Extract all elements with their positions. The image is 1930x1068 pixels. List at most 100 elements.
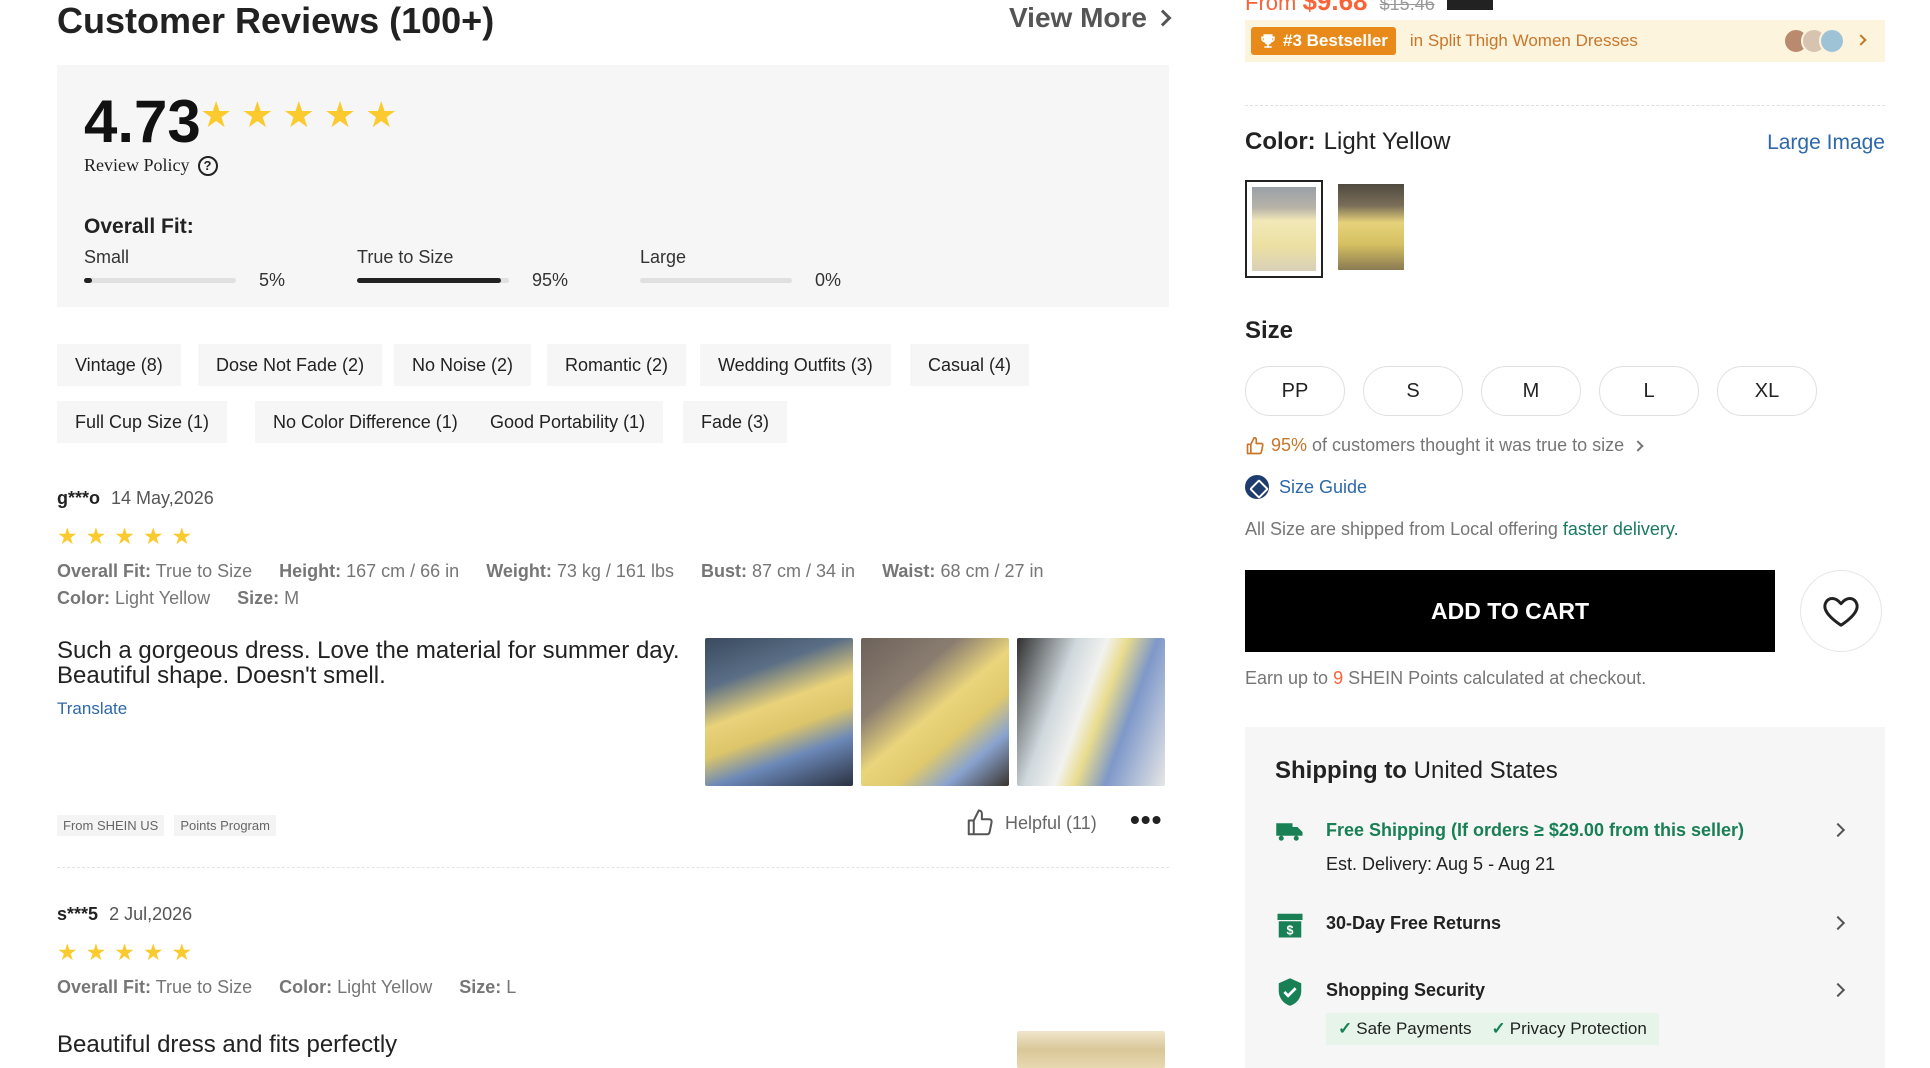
shield-check-icon	[1278, 978, 1302, 1006]
attr-key: Size:	[237, 588, 280, 608]
attr-value: Light Yellow	[115, 588, 211, 608]
privacy-label: Privacy Protection	[1509, 1019, 1647, 1038]
wishlist-button[interactable]	[1800, 570, 1882, 652]
review-photo[interactable]	[1017, 1031, 1165, 1068]
large-image-link[interactable]: Large Image	[1767, 131, 1885, 155]
color-label-key: Color:	[1245, 128, 1316, 155]
price-line: From $9.68 $15.46	[1245, 0, 1493, 17]
review-attr: Weight: 73 kg / 161 lbs	[486, 561, 674, 581]
fit-true-to-size-fill	[357, 278, 502, 283]
review-attr: Bust: 87 cm / 34 in	[701, 561, 855, 581]
helpful-button[interactable]: Helpful (11)	[965, 808, 1097, 838]
reviews-column: Customer Reviews (100+) View More 4.73 ★…	[57, 0, 1172, 1068]
tag-chip[interactable]: No Color Difference (1)	[255, 401, 476, 443]
size-option-m[interactable]: M	[1481, 366, 1581, 416]
fit-note[interactable]: 95% of customers thought it was true to …	[1245, 435, 1644, 456]
review-attr: Color: Light Yellow	[57, 588, 210, 608]
heart-icon	[1823, 597, 1859, 627]
returns-text: 30-Day Free Returns	[1326, 913, 1502, 933]
free-shipping-row[interactable]: Free Shipping (If orders ≥ $29.00 from t…	[1275, 817, 1855, 877]
bestseller-badge-label: #3 Bestseller	[1283, 31, 1388, 50]
star-icon: ★	[171, 939, 193, 965]
color-swatch-selected[interactable]	[1245, 180, 1323, 278]
ship-note-text: All Size are shipped from Local offering	[1245, 519, 1558, 539]
fit-true-to-size-label: True to Size	[357, 247, 454, 267]
faster-delivery-link[interactable]: faster delivery.	[1563, 519, 1679, 539]
fit-large-label: Large	[640, 247, 687, 267]
review-attr: Size: M	[237, 588, 299, 608]
bestseller-avatars	[1783, 28, 1845, 54]
tag-chip[interactable]: Full Cup Size (1)	[57, 401, 228, 443]
price-current: $9.68	[1302, 0, 1368, 16]
review-date: 2 Jul,2026	[109, 904, 193, 924]
swatch-image	[1252, 187, 1316, 271]
tag-chip[interactable]: Good Portability (1)	[472, 401, 664, 443]
star-icon: ★	[142, 523, 164, 549]
attr-key: Color:	[57, 588, 110, 608]
more-dots-icon[interactable]: •••	[1130, 806, 1162, 834]
returns-row[interactable]: $ 30-Day Free Returns	[1275, 910, 1855, 944]
tag-chip[interactable]: Wedding Outfits (3)	[700, 344, 891, 386]
color-row: Color: Light Yellow Large Image	[1245, 128, 1885, 162]
star-icon: ★	[365, 94, 398, 135]
size-option-pp[interactable]: PP	[1245, 366, 1345, 416]
review-photo[interactable]	[705, 638, 853, 786]
source-badge: From SHEIN US	[57, 815, 165, 836]
fit-note-text: of customers thought it was true to size	[1312, 435, 1625, 455]
tag-chip[interactable]: Vintage (8)	[57, 344, 181, 386]
translate-link[interactable]: Translate	[57, 699, 127, 719]
review-badges: From SHEIN US Points Program	[57, 815, 276, 836]
truck-icon	[1276, 823, 1303, 841]
star-icon: ★	[171, 523, 193, 549]
size-guide-link[interactable]: Size Guide	[1245, 475, 1367, 499]
attr-key: Size:	[459, 977, 502, 997]
fit-small-fill	[84, 278, 92, 283]
tag-chip[interactable]: Fade (3)	[683, 401, 788, 443]
attr-key: Overall Fit:	[57, 977, 152, 997]
shipping-country[interactable]: United States	[1414, 757, 1558, 784]
review-attr: Waist: 68 cm / 27 in	[882, 561, 1043, 581]
tag-chip[interactable]: Romantic (2)	[547, 344, 687, 386]
review-attr: Overall Fit: True to Size	[57, 561, 252, 581]
color-swatch[interactable]	[1338, 184, 1404, 270]
attr-key: Waist:	[882, 561, 936, 581]
review-user-line: g***o 14 May,2026	[57, 488, 1169, 509]
bestseller-category: in Split Thigh Women Dresses	[1409, 31, 1638, 50]
tag-chip[interactable]: Casual (4)	[910, 344, 1030, 386]
tag-chip[interactable]: No Noise (2)	[394, 344, 532, 386]
svg-text:$: $	[1287, 923, 1294, 937]
chevron-right-icon	[1855, 34, 1867, 46]
security-row[interactable]: Shopping Security ✓ Safe Payments ✓ Privac…	[1275, 977, 1855, 1057]
product-panel: From $9.68 $15.46 #3 Bestseller in Split…	[1245, 0, 1885, 1068]
size-option-l[interactable]: L	[1599, 366, 1699, 416]
review-text: Such a gorgeous dress. Love the material…	[57, 637, 680, 689]
size-option-s[interactable]: S	[1363, 366, 1463, 416]
review-date: 14 May,2026	[111, 488, 214, 508]
check-icon: ✓	[1491, 1019, 1506, 1038]
price-original: $15.46	[1379, 0, 1435, 14]
star-icon: ★	[85, 939, 107, 965]
attr-key: Bust:	[700, 561, 747, 581]
size-guide-icon	[1245, 475, 1269, 499]
divider	[1245, 105, 1885, 106]
fit-true-to-size: True to Size 95%	[357, 247, 597, 290]
fit-true-to-size-bar	[357, 278, 509, 283]
returns-icon: $	[1277, 913, 1303, 938]
view-more-link[interactable]: View More	[1009, 2, 1172, 34]
review-photo[interactable]	[1017, 638, 1165, 786]
attr-value: True to Size	[155, 561, 253, 581]
add-to-cart-button[interactable]: ADD TO CART	[1245, 570, 1775, 652]
attr-value: Light Yellow	[337, 977, 433, 997]
review-policy-link[interactable]: Review Policy ?	[84, 155, 218, 176]
size-option-xl[interactable]: XL	[1717, 366, 1817, 416]
star-icon: ★	[57, 523, 78, 549]
review-item: g***o 14 May,2026 ★ ★ ★ ★ ★ Overall Fit:…	[57, 488, 1169, 878]
help-circle-icon[interactable]: ?	[197, 155, 218, 176]
review-photo[interactable]	[861, 638, 1009, 786]
size-label: Size	[1245, 317, 1294, 344]
tag-chip[interactable]: Dose Not Fade (2)	[198, 344, 383, 386]
star-icon: ★	[114, 523, 135, 549]
trophy-icon	[1261, 34, 1275, 48]
shipping-title-label: Shipping to	[1275, 757, 1407, 784]
bestseller-banner[interactable]: #3 Bestseller in Split Thigh Women Dress…	[1245, 20, 1885, 62]
